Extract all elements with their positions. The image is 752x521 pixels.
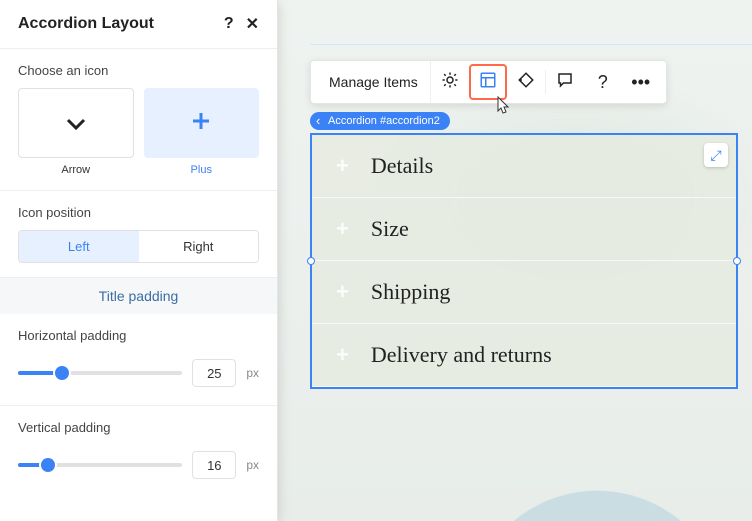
horizontal-padding-row: Horizontal padding 25 px [0, 314, 277, 406]
choose-icon-section: Choose an icon Arrow Plus [0, 49, 277, 191]
icon-option-arrow[interactable] [18, 88, 134, 158]
horizontal-padding-slider[interactable] [18, 371, 182, 375]
ruler-line [310, 44, 752, 45]
icon-option-plus[interactable] [144, 88, 260, 158]
element-toolbar: Manage Items ? ••• [310, 60, 667, 104]
expand-icon[interactable]: ⤢ [704, 143, 728, 167]
layout-panel: Accordion Layout ? ✕ Choose an icon Arro… [0, 0, 278, 521]
icon-position-left[interactable]: Left [19, 231, 139, 262]
slider-thumb[interactable] [55, 366, 69, 380]
gear-icon [441, 71, 459, 94]
selection-breadcrumb[interactable]: Accordion #accordion2 [310, 112, 450, 130]
vertical-padding-label: Vertical padding [18, 420, 259, 435]
more-icon: ••• [631, 72, 650, 93]
accordion-item-title: Details [371, 153, 433, 179]
plus-icon: + [336, 153, 349, 179]
accordion-element[interactable]: ⤢ + Details + Size + Shipping + Delivery… [310, 133, 738, 389]
chevron-down-icon [66, 110, 86, 136]
layout-icon [479, 71, 497, 94]
more-button[interactable]: ••• [622, 64, 660, 100]
close-icon[interactable]: ✕ [246, 14, 259, 34]
animation-button[interactable] [507, 64, 545, 100]
chat-icon [556, 71, 574, 94]
accordion-item[interactable]: + Details [312, 135, 736, 198]
manage-items-button[interactable]: Manage Items [317, 61, 431, 103]
resize-handle-left[interactable] [307, 257, 315, 265]
accordion-item[interactable]: + Size [312, 198, 736, 261]
horizontal-padding-label: Horizontal padding [18, 328, 259, 343]
settings-button[interactable] [431, 64, 469, 100]
vertical-padding-row: Vertical padding 16 px [0, 406, 277, 497]
comment-button[interactable] [546, 64, 584, 100]
accordion-item-title: Size [371, 216, 409, 242]
icon-option-arrow-label: Arrow [18, 164, 134, 176]
panel-title: Accordion Layout [18, 15, 154, 33]
panel-header: Accordion Layout ? ✕ [0, 0, 277, 49]
selection-tag-label: Accordion #accordion2 [328, 115, 440, 127]
accordion-item[interactable]: + Delivery and returns [312, 324, 736, 387]
icon-position-segmented: Left Right [18, 230, 259, 263]
vertical-padding-slider[interactable] [18, 463, 182, 467]
icon-position-section: Icon position Left Right [0, 191, 277, 278]
icon-position-label: Icon position [18, 205, 259, 220]
help-icon[interactable]: ? [224, 15, 234, 33]
choose-icon-label: Choose an icon [18, 63, 259, 78]
horizontal-padding-unit: px [246, 366, 259, 380]
accordion-item-title: Shipping [371, 279, 450, 305]
vertical-padding-input[interactable]: 16 [192, 451, 236, 479]
icon-option-plus-label: Plus [144, 164, 260, 176]
title-padding-header: Title padding [0, 278, 277, 314]
vertical-padding-unit: px [246, 458, 259, 472]
plus-icon [192, 110, 210, 136]
accordion-item-title: Delivery and returns [371, 342, 552, 368]
horizontal-padding-input[interactable]: 25 [192, 359, 236, 387]
help-button[interactable]: ? [584, 64, 622, 100]
plus-icon: + [336, 216, 349, 242]
accordion-item[interactable]: + Shipping [312, 261, 736, 324]
slider-thumb[interactable] [41, 458, 55, 472]
plus-icon: + [336, 279, 349, 305]
plus-icon: + [336, 342, 349, 368]
question-icon: ? [598, 72, 608, 93]
resize-handle-right[interactable] [733, 257, 741, 265]
layout-button[interactable] [469, 64, 507, 100]
icon-position-right[interactable]: Right [139, 231, 259, 262]
diamond-icon [517, 71, 535, 94]
